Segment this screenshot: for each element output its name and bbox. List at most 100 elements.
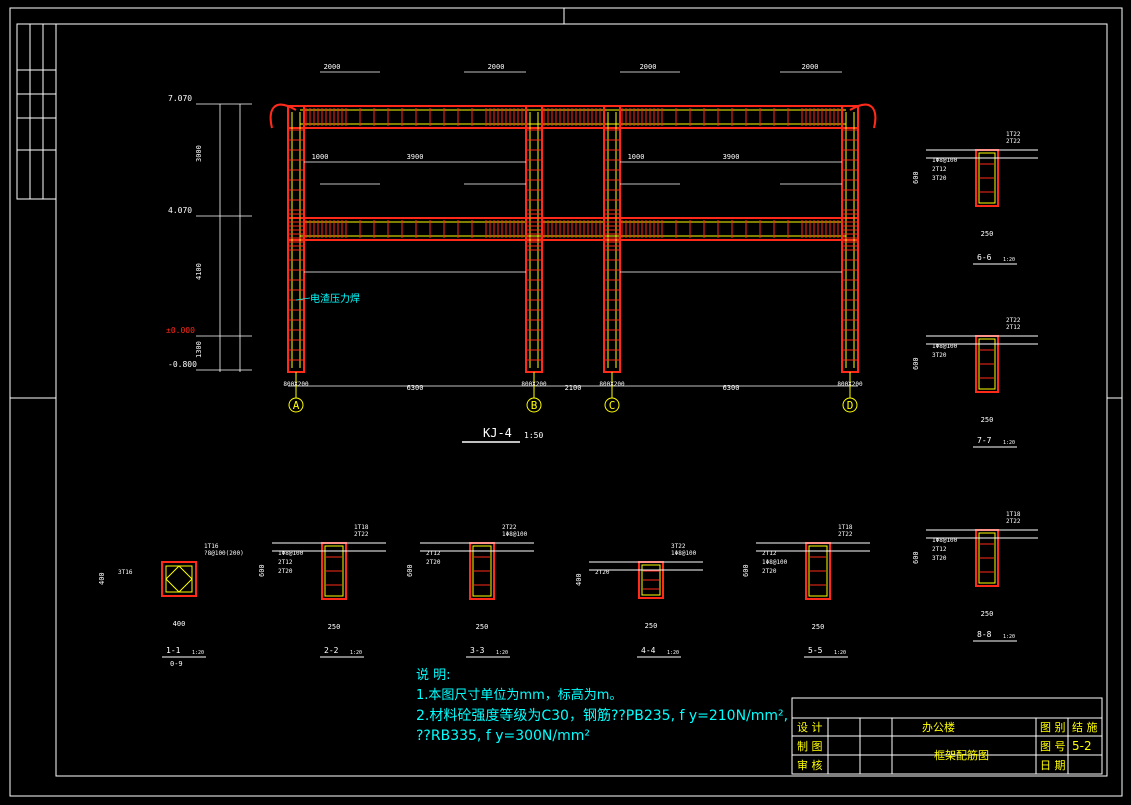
section-width-dim: 250 bbox=[981, 230, 994, 238]
top-dim-3: 2000 bbox=[640, 63, 657, 71]
section-width-dim: 250 bbox=[476, 623, 489, 631]
section-rebar-label: 1Φ8@100 bbox=[932, 343, 958, 350]
section-scale: 1:20 bbox=[1003, 257, 1015, 263]
column-base-b: 800X200 bbox=[521, 381, 547, 388]
section-height-dim: 600 bbox=[742, 564, 750, 577]
section-diamond-tie bbox=[165, 565, 193, 593]
section-scale: 1:20 bbox=[667, 650, 679, 656]
section-stirrup bbox=[165, 565, 193, 593]
section-height-dim: 600 bbox=[258, 564, 266, 577]
section-height-dim: 600 bbox=[912, 551, 920, 564]
section-title: 6-6 bbox=[977, 253, 992, 262]
section-title: 2-2 bbox=[324, 646, 339, 655]
section-5-5: 250 600 1T182T22 2T12 1Φ8@100 2T20 5-5 1:20 bbox=[742, 524, 870, 658]
tb-check-label: 审 核 bbox=[797, 758, 823, 772]
mid-dim-4: 3900 bbox=[723, 153, 740, 161]
section-scale: 1:20 bbox=[1003, 634, 1015, 640]
section-subtitle: 0-9 bbox=[170, 660, 183, 668]
section-scale: 1:20 bbox=[350, 650, 362, 656]
section-rebar-label: 3T16 bbox=[118, 569, 133, 576]
section-scale: 1:20 bbox=[192, 650, 204, 656]
column-base-d: 800X200 bbox=[837, 381, 863, 388]
section-7-7: 250 600 2T222T12 1Φ8@100 3T20 7-7 1:20 bbox=[912, 317, 1038, 448]
section-height-dim: 600 bbox=[912, 171, 920, 184]
axis-label-c: C bbox=[609, 399, 616, 412]
section-rebar-label: 2T22 bbox=[1006, 317, 1021, 324]
section-rebar-label: 2T22 bbox=[354, 531, 369, 538]
section-3-3: 250 600 2T221Φ8@100 2T12 2T20 3-3 1:20 bbox=[406, 524, 534, 658]
section-rebar-label: 2T22 bbox=[838, 531, 853, 538]
section-8-8: 250 600 1T182T22 1Φ8@100 2T12 3T20 8-8 1:20 bbox=[912, 511, 1038, 642]
section-rebar-label: 1T18 bbox=[1006, 511, 1021, 518]
span-dim-bc: 2100 bbox=[565, 384, 582, 392]
section-rebar-label: 3T20 bbox=[932, 175, 947, 182]
sheet-center-marks bbox=[10, 8, 1122, 399]
axis-label-b: B bbox=[531, 399, 538, 412]
section-rebar-label: 2T20 bbox=[426, 559, 441, 566]
tb-number: 5-2 bbox=[1072, 739, 1092, 753]
section-rebar-label: 1T18 bbox=[354, 524, 369, 531]
section-rebar-label: ?8@100(200) bbox=[204, 550, 244, 557]
section-6-6: 250 600 1T222T22 1Φ8@100 2T12 3T20 6-6 1:20 bbox=[912, 131, 1038, 265]
mid-dim-2: 1000 bbox=[312, 153, 329, 161]
stirrup-marks bbox=[289, 108, 857, 361]
section-scale: 1:20 bbox=[496, 650, 508, 656]
tb-design-label: 设 计 bbox=[797, 721, 823, 734]
elevation-base: -0.800 bbox=[168, 360, 197, 369]
frame-elevation: A B C D 6300 2100 6300 800X200 800X200 8… bbox=[166, 63, 877, 443]
section-rebar-label: 2T20 bbox=[595, 569, 610, 576]
section-rebar-label: 2T12 bbox=[932, 166, 947, 173]
section-width-dim: 250 bbox=[981, 416, 994, 424]
section-rebar-label: 1Φ8@100 bbox=[932, 537, 958, 544]
section-width-dim: 400 bbox=[173, 620, 186, 628]
section-rebar-label: 3T20 bbox=[932, 352, 947, 359]
section-height-dim: 400 bbox=[98, 572, 106, 585]
section-title: 7-7 bbox=[977, 436, 992, 445]
section-rebar-label: 1Φ8@100 bbox=[502, 531, 528, 538]
elevation-ground: ±0.000 bbox=[166, 326, 195, 335]
section-rebar-label: 1Φ8@100 bbox=[932, 157, 958, 164]
section-title: 1-1 bbox=[166, 646, 181, 655]
section-rebar-label: 2T12 bbox=[932, 546, 947, 553]
section-scale: 1:20 bbox=[834, 650, 846, 656]
elevation-floor: 4.070 bbox=[168, 206, 192, 215]
section-1-1: 400 400 1T16?8@100(200) 3T16 1-1 1:20 0-9 bbox=[98, 543, 244, 668]
elevation-top: 7.070 bbox=[168, 94, 192, 103]
section-rebar-label: 1T22 bbox=[1006, 131, 1021, 138]
section-height-dim: 600 bbox=[912, 357, 920, 370]
section-details: 400 400 1T16?8@100(200) 3T16 1-1 1:20 0-9 250 60… bbox=[98, 131, 1038, 668]
section-rebar-label: 1Φ8@100 bbox=[762, 559, 788, 566]
section-width-dim: 250 bbox=[328, 623, 341, 631]
section-rebar-label: 3T22 bbox=[671, 543, 686, 550]
tb-date-label: 日 期 bbox=[1040, 759, 1066, 772]
section-rebar-label: 3T20 bbox=[932, 555, 947, 562]
notes-line-3: ??RB335, f y=300N/mm² bbox=[416, 728, 591, 744]
span-dim-ab: 6300 bbox=[407, 384, 424, 392]
tb-drawing-name: 框架配筋图 bbox=[934, 748, 989, 762]
section-title: 5-5 bbox=[808, 646, 823, 655]
top-dim-1: 2000 bbox=[324, 63, 341, 71]
section-rebar-label: 1Φ8@100 bbox=[671, 550, 697, 557]
notes-line-2: 2.材料砼强度等级为C30，钢筋??PB235, f y=210N/mm², bbox=[416, 708, 789, 724]
section-rebar-label: 2T22 bbox=[1006, 138, 1021, 145]
section-rebar-label: 2T20 bbox=[278, 568, 293, 575]
tb-number-label: 图 号 bbox=[1040, 740, 1066, 753]
axis-bubbles bbox=[288, 372, 858, 413]
top-dim-4: 2000 bbox=[802, 63, 819, 71]
mid-dim-1: 3900 bbox=[407, 153, 424, 161]
axis-label-a: A bbox=[293, 399, 300, 412]
tb-category: 结 施 bbox=[1072, 721, 1098, 734]
section-rebar-label: 2T12 bbox=[278, 559, 293, 566]
section-rebar-label: 2T12 bbox=[762, 550, 777, 557]
mid-dim-3: 1000 bbox=[628, 153, 645, 161]
section-outline bbox=[161, 561, 197, 597]
vertical-dim-3: 1300 bbox=[195, 341, 203, 358]
binding-strip-table bbox=[16, 23, 57, 200]
axis-label-d: D bbox=[847, 399, 854, 412]
section-rebar-label: 1T18 bbox=[838, 524, 853, 531]
notes-line-1: 1.本图尺寸单位为mm，标高为m。 bbox=[416, 688, 623, 703]
section-4-4: 250 400 3T221Φ8@100 2T20 4-4 1:20 bbox=[575, 543, 703, 658]
tb-project: 办公楼 bbox=[922, 720, 955, 734]
section-title: 4-4 bbox=[641, 646, 656, 655]
section-height-dim: 400 bbox=[575, 573, 583, 586]
